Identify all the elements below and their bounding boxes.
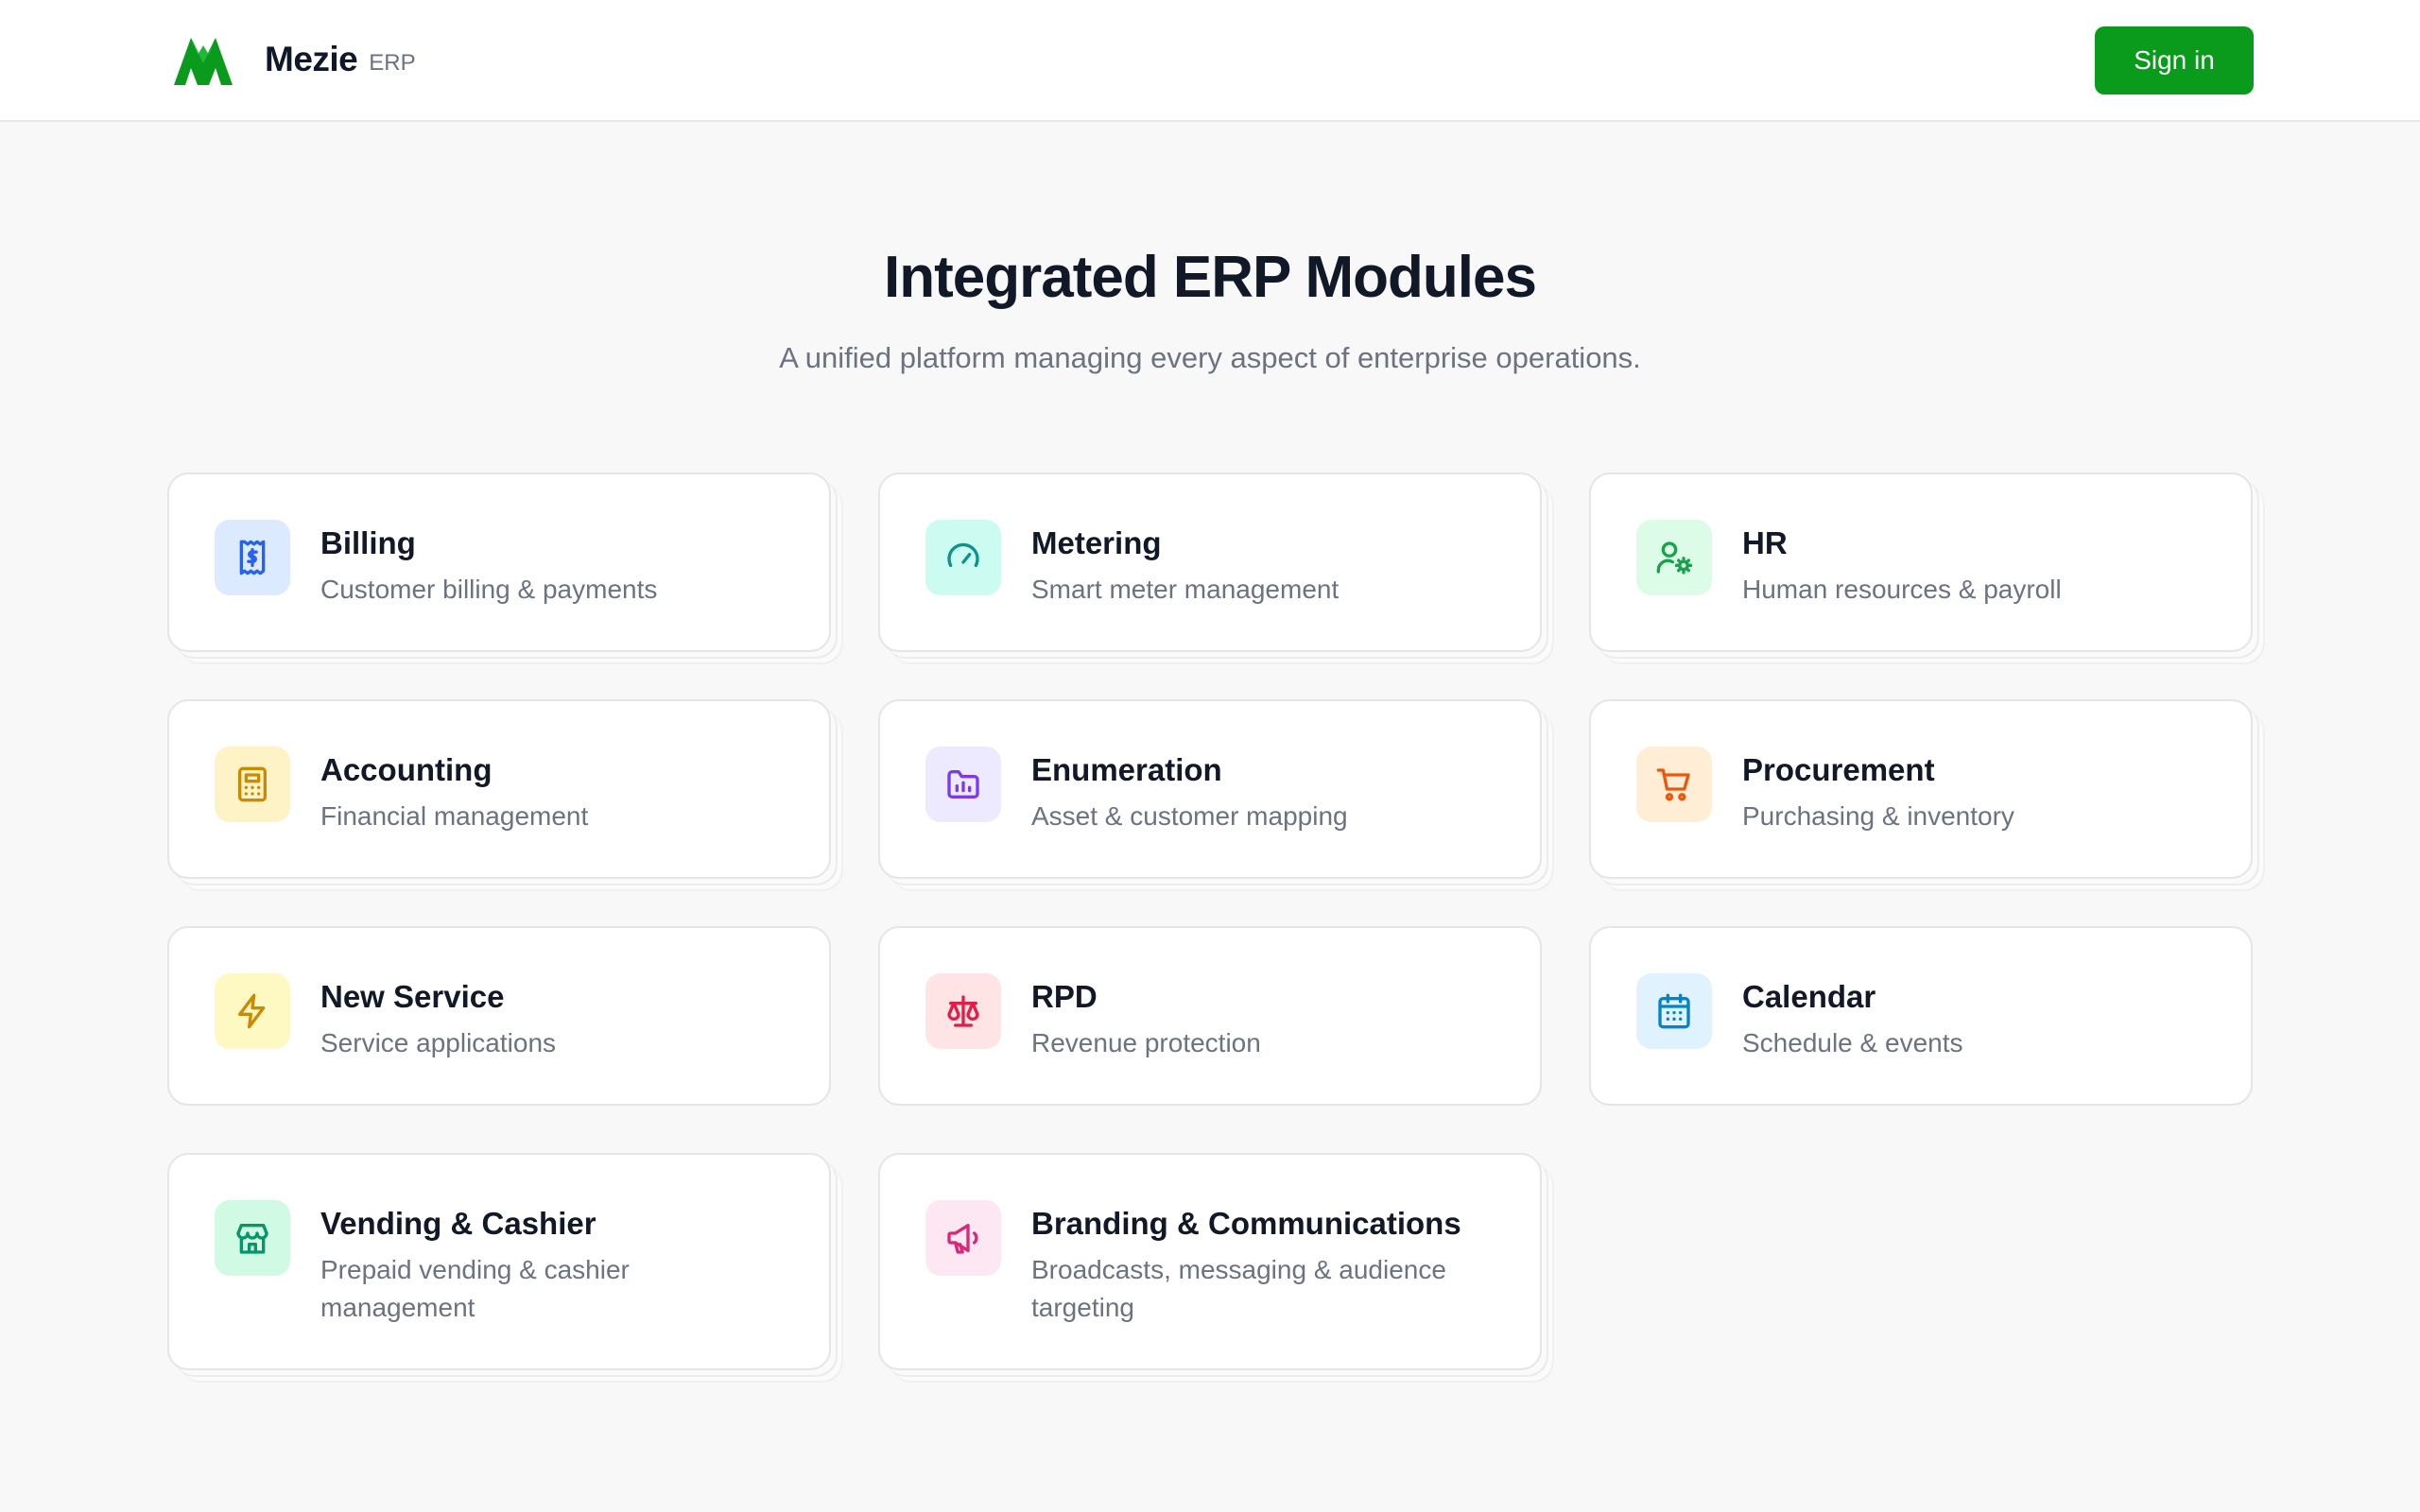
page-title: Integrated ERP Modules (884, 245, 1537, 310)
module-title: Branding & Communications (1031, 1206, 1461, 1241)
module-title: HR (1742, 525, 1788, 560)
module-description: Schedule & events (1742, 1028, 1963, 1057)
megaphone-icon (925, 1200, 1001, 1276)
module-title: Accounting (320, 752, 493, 787)
module-description: Smart meter management (1031, 575, 1340, 604)
brand[interactable]: Mezie ERP (174, 34, 416, 85)
module-card-enumeration[interactable]: Enumeration Asset & customer mapping (878, 699, 1542, 879)
module-title: Calendar (1742, 979, 1876, 1014)
module-card-metering[interactable]: Metering Smart meter management (878, 472, 1542, 652)
gauge-icon (925, 520, 1001, 595)
calculator-icon (215, 747, 290, 822)
brand-suffix: ERP (369, 50, 416, 76)
store-icon (215, 1200, 290, 1276)
user-cog-icon (1636, 520, 1712, 595)
module-title: Billing (320, 525, 416, 560)
folder-chart-icon (925, 747, 1001, 822)
module-card-new-service[interactable]: New Service Service applications (167, 926, 831, 1106)
module-title: RPD (1031, 979, 1098, 1014)
module-description: Customer billing & payments (320, 575, 658, 604)
module-title: Enumeration (1031, 752, 1222, 787)
shopping-cart-icon (1636, 747, 1712, 822)
module-title: New Service (320, 979, 505, 1014)
module-description: Purchasing & inventory (1742, 801, 2014, 831)
module-card-branding-communications[interactable]: Branding & Communications Broadcasts, me… (878, 1153, 1542, 1370)
module-description: Broadcasts, messaging & audience targeti… (1031, 1255, 1446, 1322)
module-title: Vending & Cashier (320, 1206, 596, 1241)
module-card-billing[interactable]: Billing Customer billing & payments (167, 472, 831, 652)
module-title: Procurement (1742, 752, 1935, 787)
lightning-icon (215, 973, 290, 1049)
module-description: Service applications (320, 1028, 557, 1057)
mezie-logo-icon (174, 38, 233, 85)
module-card-vending-cashier[interactable]: Vending & Cashier Prepaid vending & cash… (167, 1153, 831, 1370)
module-description: Revenue protection (1031, 1028, 1261, 1057)
module-description: Financial management (320, 801, 589, 831)
receipt-dollar-icon (215, 520, 290, 595)
calendar-icon (1636, 973, 1712, 1049)
scale-icon (925, 973, 1001, 1049)
module-card-procurement[interactable]: Procurement Purchasing & inventory (1589, 699, 2253, 879)
page-subtitle: A unified platform managing every aspect… (779, 341, 1641, 374)
module-card-hr[interactable]: HR Human resources & payroll (1589, 472, 2253, 652)
module-description: Asset & customer mapping (1031, 801, 1348, 831)
module-card-accounting[interactable]: Accounting Financial management (167, 699, 831, 879)
module-card-calendar[interactable]: Calendar Schedule & events (1589, 926, 2253, 1106)
sign-in-button[interactable]: Sign in (2095, 26, 2254, 94)
brand-name: Mezie (265, 40, 358, 78)
module-card-rpd[interactable]: RPD Revenue protection (878, 926, 1542, 1106)
top-nav-bar: Mezie ERP Sign in (0, 0, 2420, 122)
module-title: Metering (1031, 525, 1162, 560)
module-description: Human resources & payroll (1742, 575, 2062, 604)
module-description: Prepaid vending & cashier management (320, 1255, 630, 1322)
